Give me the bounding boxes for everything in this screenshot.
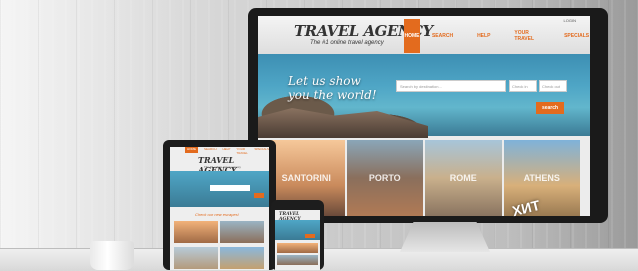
desktop-screen: TRAVEL AGENCY The #1 online travel agenc… [258, 16, 590, 216]
site-logo-subtitle: The #1 online travel agency [310, 40, 384, 46]
tablet-destination-grid [174, 221, 265, 270]
coffee-mug [90, 241, 134, 270]
nav-home[interactable]: HOME [404, 19, 420, 53]
hero-headline-line1: Let us show [288, 74, 361, 88]
destination-card-porto[interactable]: PORTO [346, 140, 423, 216]
tablet-nav-help[interactable]: HELP [223, 147, 231, 153]
main-nav: HOME SEARCH HELP YOUR TRAVEL SPECIALS [404, 19, 590, 55]
tablet-search-input[interactable] [210, 185, 250, 191]
tablet-nav-search[interactable]: SEARCH [204, 147, 217, 153]
check-in-field[interactable]: Check in [509, 80, 537, 92]
nav-specials[interactable]: SPECIALS [552, 19, 590, 53]
tablet-destination-tile[interactable] [174, 246, 218, 269]
tablet-screen: HOME SEARCH HELP YOUR TRAVEL SPECIALS TR… [170, 147, 269, 270]
hero-headline: Let us show you the world! [288, 74, 377, 102]
phone-screen: TRAVEL AGENCY [275, 210, 320, 270]
search-button[interactable]: search [536, 102, 564, 114]
destination-search-input[interactable]: Search by destination... [396, 80, 506, 92]
nav-search[interactable]: SEARCH [420, 19, 465, 53]
nav-your-travel[interactable]: YOUR TRAVEL [502, 19, 552, 53]
phone-destination-tile[interactable] [277, 243, 318, 253]
tablet-destination-tile[interactable] [220, 221, 264, 243]
hero-headline-line2: you the world! [288, 88, 377, 102]
tablet-destination-tile[interactable] [174, 221, 218, 243]
destination-card-rome[interactable]: ROME [425, 140, 502, 216]
tablet-search-button[interactable] [254, 193, 264, 198]
monitor-stand [400, 222, 490, 252]
tablet-destination-tile[interactable] [220, 246, 264, 269]
phone-search-button[interactable] [305, 234, 315, 238]
tablet-nav-your-travel[interactable]: YOUR TRAVEL [236, 147, 248, 155]
nav-help[interactable]: HELP [465, 19, 502, 53]
check-out-field[interactable]: Check out [539, 80, 567, 92]
phone-destination-tile[interactable] [277, 255, 318, 265]
tablet-nav-home[interactable]: HOME [185, 147, 198, 153]
tablet-tagline: Check our new escapes! [195, 212, 239, 217]
tablet-nav-specials[interactable]: SPECIALS [254, 147, 269, 153]
site-header: TRAVEL AGENCY The #1 online travel agenc… [258, 16, 590, 54]
tablet-nav: HOME SEARCH HELP YOUR TRAVEL SPECIALS [185, 147, 269, 155]
tablet-logo-subtitle: The #1 online travel agency [204, 165, 241, 169]
